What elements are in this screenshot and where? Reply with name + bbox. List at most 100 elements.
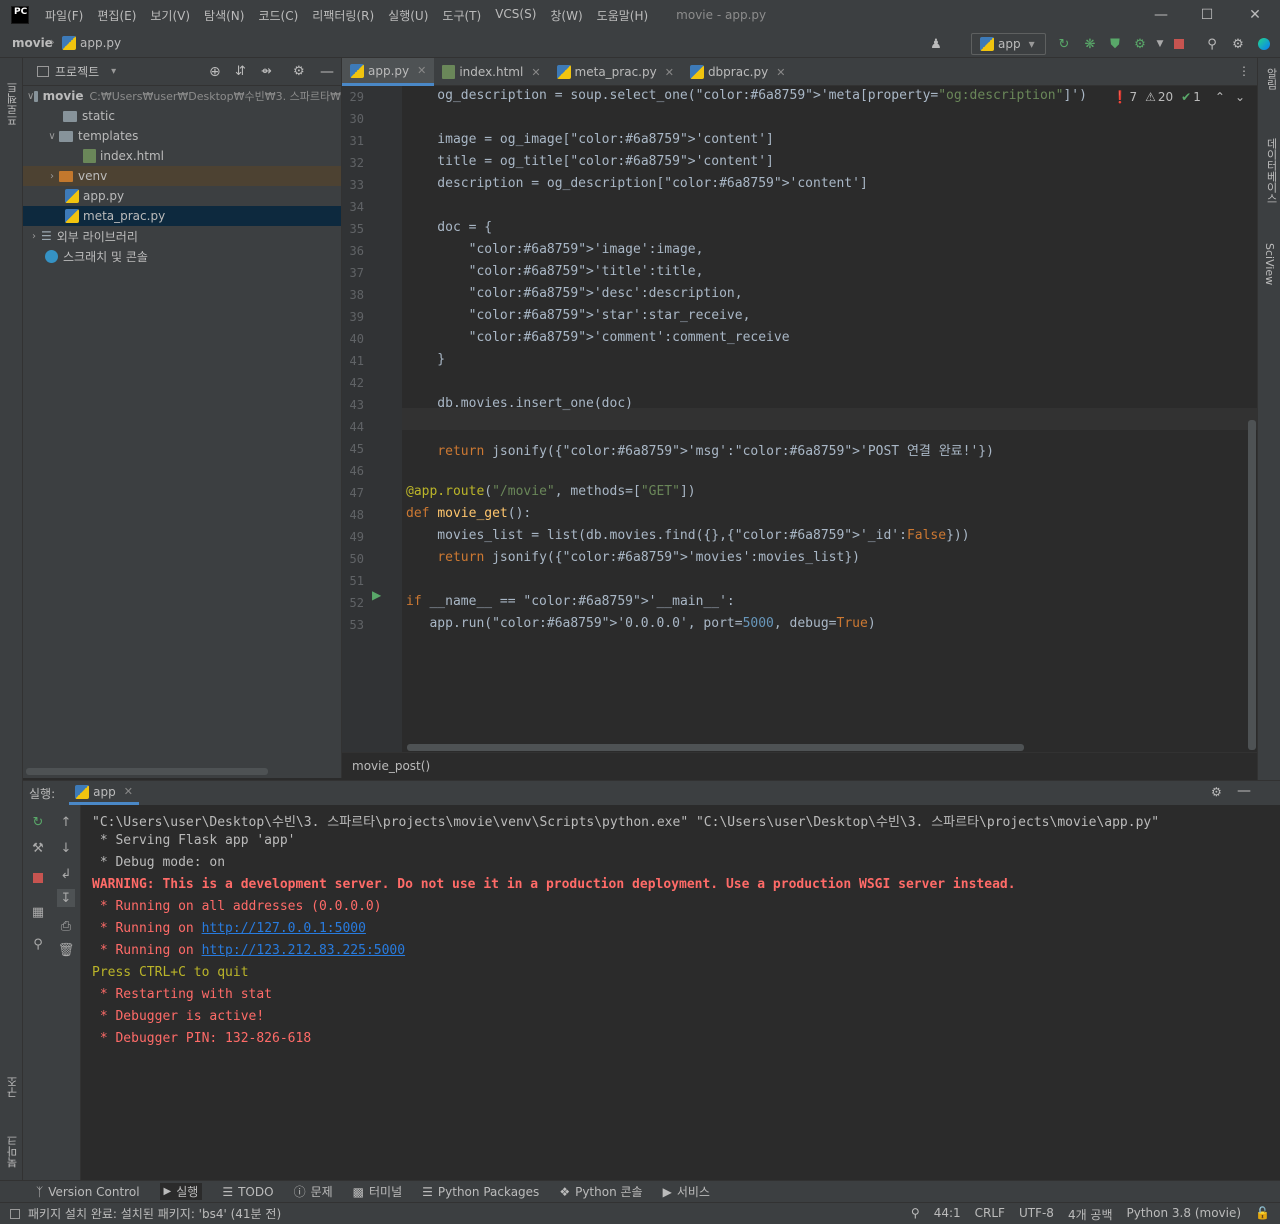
rerun-icon[interactable]: ↻ — [1054, 34, 1074, 54]
line-number[interactable]: 51 — [342, 574, 364, 588]
tree-item-app-py[interactable]: app.py — [23, 186, 341, 206]
code-line[interactable]: } — [406, 352, 445, 367]
code-breadcrumb[interactable]: movie_post() — [342, 752, 1258, 778]
tree-item-meta-prac-py[interactable]: meta_prac.py — [23, 206, 341, 226]
code-line[interactable]: description = og_description["color:#6a8… — [406, 176, 867, 191]
chevron-down-icon[interactable]: ∨ — [45, 131, 59, 142]
line-number[interactable]: 37 — [342, 266, 364, 280]
project-tool-tab[interactable]: 프로젝트 — [5, 66, 21, 126]
profile-icon[interactable]: ⚙ — [1130, 34, 1150, 54]
caret-position[interactable]: 44:1 — [934, 1206, 961, 1223]
chevron-down-icon[interactable]: ⌄ — [1235, 90, 1245, 104]
menu-tools[interactable]: 도구(T) — [442, 7, 481, 24]
code-line[interactable]: def movie_get(): — [406, 506, 531, 521]
pin-icon[interactable]: ⚲ — [29, 935, 47, 953]
chevron-down-icon[interactable]: ∨ — [27, 91, 34, 102]
jetbrains-ai-icon[interactable] — [1254, 34, 1274, 54]
line-number[interactable]: 49 — [342, 530, 364, 544]
database-tool-tab[interactable]: 데이터베이스 — [1263, 138, 1279, 208]
menu-edit[interactable]: 편집(E) — [97, 7, 136, 24]
notifications-tool-tab[interactable]: 알림 — [1263, 68, 1279, 108]
project-view-selector[interactable]: 프로젝트 — [55, 63, 99, 80]
line-number[interactable]: 35 — [342, 222, 364, 236]
more-run-icon[interactable]: ▼ — [1150, 34, 1170, 54]
tool-todo[interactable]: ☰ TODO — [222, 1185, 273, 1199]
hide-panel-icon[interactable]: — — [320, 64, 334, 80]
coverage-icon[interactable]: ⛊ — [1105, 34, 1125, 54]
run-config-selector[interactable]: app ▾ — [971, 33, 1046, 55]
code-line[interactable]: "color:#6a8759">'title':title, — [406, 264, 704, 279]
bookmarks-tool-tab[interactable]: 북마크 — [5, 1118, 21, 1168]
status-message[interactable]: 패키지 설치 완료: 설치된 패키지: 'bs4' (41분 전) — [28, 1205, 281, 1222]
line-number[interactable]: 34 — [342, 200, 364, 214]
tree-item-index-html[interactable]: index.html — [23, 146, 341, 166]
menu-code[interactable]: 코드(C) — [258, 7, 298, 24]
user-icon[interactable]: ♟ — [926, 34, 946, 54]
line-number[interactable]: 32 — [342, 156, 364, 170]
tree-item-scratches[interactable]: 스크래치 및 콘솔 — [23, 246, 341, 266]
minimize-button[interactable]: — — [1138, 0, 1184, 30]
breadcrumb-project[interactable]: movie — [12, 36, 53, 50]
close-icon[interactable]: ✕ — [531, 66, 540, 79]
stop-icon[interactable] — [29, 869, 47, 887]
file-encoding[interactable]: UTF-8 — [1019, 1206, 1054, 1223]
line-number[interactable]: 33 — [342, 178, 364, 192]
arrow-up-icon[interactable]: ↑ — [57, 813, 75, 831]
tool-version-control[interactable]: ᛉ Version Control — [36, 1185, 140, 1199]
collapse-all-icon[interactable]: ⇴ — [261, 64, 272, 79]
tree-item-templates[interactable]: ∨ templates — [23, 126, 341, 146]
menu-run[interactable]: 실행(U) — [388, 7, 428, 24]
tree-item-venv[interactable]: › venv — [23, 166, 341, 186]
tree-item-static[interactable]: static — [23, 106, 341, 126]
debug-icon[interactable]: ❋ — [1080, 34, 1100, 54]
maximize-button[interactable]: ☐ — [1184, 0, 1230, 30]
tool-services[interactable]: ▶ 서비스 — [663, 1183, 710, 1200]
code-line[interactable]: "color:#6a8759">'star':star_receive, — [406, 308, 751, 323]
code-line[interactable]: "color:#6a8759">'comment':comment_receiv… — [406, 330, 790, 345]
horizontal-scrollbar[interactable] — [407, 744, 1024, 751]
stop-icon[interactable] — [1169, 34, 1189, 54]
line-separator[interactable]: CRLF — [975, 1206, 1005, 1223]
vertical-scrollbar[interactable] — [1248, 420, 1256, 750]
menu-file[interactable]: 파일(F) — [45, 7, 83, 24]
line-number[interactable]: 45 — [342, 442, 364, 456]
menu-view[interactable]: 보기(V) — [150, 7, 190, 24]
chevron-right-icon[interactable]: › — [45, 171, 59, 182]
line-number[interactable]: 42 — [342, 376, 364, 390]
lock-icon[interactable]: 🔓 — [1255, 1206, 1270, 1223]
line-number[interactable]: 50 — [342, 552, 364, 566]
line-number[interactable]: 41 — [342, 354, 364, 368]
breadcrumb-file[interactable]: app.py — [62, 36, 121, 50]
sciview-tool-tab[interactable]: SciView — [1263, 243, 1276, 293]
soft-wrap-icon[interactable]: ↲ — [57, 865, 75, 883]
code-line[interactable]: movies_list = list(db.movies.find({},{"c… — [406, 528, 969, 543]
chevron-down-icon[interactable]: ▾ — [111, 66, 116, 77]
trash-icon[interactable]: 🗑 — [57, 941, 75, 959]
tab-index-html[interactable]: index.html ✕ — [434, 58, 548, 86]
menu-refactor[interactable]: 리팩터링(R) — [312, 7, 374, 24]
code-line[interactable]: if __name__ == "color:#6a8759">'__main__… — [406, 594, 735, 609]
code-line[interactable]: "color:#6a8759">'desc':description, — [406, 286, 743, 301]
line-number[interactable]: 44 — [342, 420, 364, 434]
expand-all-icon[interactable]: ⇵ — [235, 64, 246, 79]
scroll-to-end-icon[interactable]: ↧ — [57, 889, 75, 907]
inspection-widget[interactable]: ❗ 7 ⚠ 20 ✔ 1 ⌃ ⌄ — [1113, 90, 1245, 104]
code-line[interactable]: return jsonify({"color:#6a8759">'movies'… — [406, 550, 860, 565]
notifications-icon[interactable]: ⚲ — [911, 1206, 920, 1223]
line-number[interactable]: 36 — [342, 244, 364, 258]
tab-meta-prac-py[interactable]: meta_prac.py ✕ — [549, 58, 682, 86]
line-number[interactable]: 43 — [342, 398, 364, 412]
close-icon[interactable]: ✕ — [776, 66, 785, 79]
run-gutter-icon[interactable]: ▶ — [372, 588, 381, 602]
line-number[interactable]: 38 — [342, 288, 364, 302]
code-area[interactable]: 29 og_description = soup.select_one("col… — [342, 86, 1258, 752]
console-output[interactable]: "C:\Users\user\Desktop\수빈\3. 스파르타\projec… — [81, 805, 1280, 1181]
close-icon[interactable]: ✕ — [665, 66, 674, 79]
chevron-right-icon[interactable]: › — [27, 231, 41, 242]
tab-app-py[interactable]: app.py ✕ — [342, 58, 435, 86]
line-number[interactable]: 53 — [342, 618, 364, 632]
chevron-up-icon[interactable]: ⌃ — [1215, 90, 1225, 104]
line-number[interactable]: 47 — [342, 486, 364, 500]
code-line[interactable]: image = og_image["color:#6a8759">'conten… — [406, 132, 774, 147]
line-number[interactable]: 30 — [342, 112, 364, 126]
